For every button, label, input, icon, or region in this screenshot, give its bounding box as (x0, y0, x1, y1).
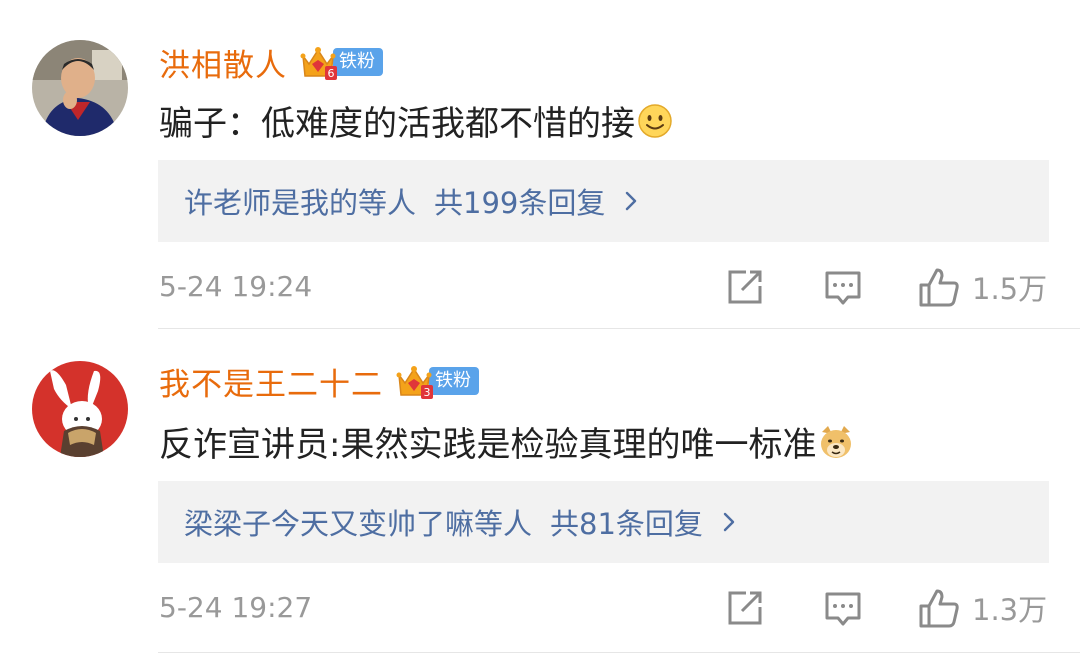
badge-label: 铁粉 (333, 48, 383, 76)
thumbs-up-icon (919, 268, 959, 307)
share-icon (728, 591, 762, 625)
svg-text:6: 6 (328, 67, 335, 80)
fan-badge[interactable]: 3 铁粉 (395, 361, 479, 401)
chevron-right-icon (626, 191, 637, 211)
comment-button[interactable] (824, 589, 862, 627)
fan-badge[interactable]: 6 铁粉 (299, 42, 383, 82)
comment-text: 骗子：低难度的活我都不惜的接 (159, 96, 673, 145)
divider (158, 652, 1080, 653)
comment-icon (825, 592, 861, 626)
thumbs-up-icon (919, 589, 959, 628)
timestamp: 5-24 19:27 (159, 591, 313, 624)
reply-preview-box[interactable]: 梁梁子今天又变帅了嘛等人 共81条回复 (158, 481, 1049, 563)
reply-preview-box[interactable]: 许老师是我的等人 共199条回复 (158, 160, 1049, 242)
username[interactable]: 我不是王二十二 (159, 359, 383, 404)
comment-item: 我不是王二十二 3 铁粉 反诈宣讲员:果然实践是检验真理的唯一标准 梁梁子今天又… (0, 329, 1080, 655)
like-button[interactable]: 1.3万 (918, 587, 1047, 629)
comment-text: 反诈宣讲员:果然实践是检验真理的唯一标准 (159, 417, 854, 466)
name-row: 我不是王二十二 3 铁粉 (159, 359, 479, 403)
chevron-right-icon (723, 512, 735, 532)
like-button[interactable]: 1.5万 (918, 266, 1047, 308)
reply-count: 共199条回复 (434, 186, 606, 220)
like-count: 1.5万 (972, 272, 1048, 306)
comment-item: 洪相散人 6 铁粉 骗子：低难度的活我都不惜的接 许老师是我的等人 共199条回… (0, 0, 1080, 328)
timestamp: 5-24 19:24 (159, 270, 313, 303)
smile-emoji-icon (637, 103, 673, 139)
share-button[interactable] (726, 268, 764, 306)
username[interactable]: 洪相散人 (159, 40, 287, 85)
share-button[interactable] (726, 589, 764, 627)
like-count: 1.3万 (972, 593, 1048, 627)
avatar[interactable] (32, 361, 128, 457)
crown-icon: 3 (395, 361, 433, 401)
reply-count: 共81条回复 (550, 507, 703, 541)
badge-label: 铁粉 (429, 367, 479, 395)
comment-text-body: 反诈宣讲员:果然实践是检验真理的唯一标准 (159, 425, 817, 465)
avatar[interactable] (32, 40, 128, 136)
svg-text:3: 3 (424, 386, 431, 399)
name-row: 洪相散人 6 铁粉 (159, 40, 383, 84)
reply-preview-text: 梁梁子今天又变帅了嘛等人 (184, 507, 533, 541)
share-icon (728, 270, 762, 304)
comment-text-body: 骗子：低难度的活我都不惜的接 (159, 104, 635, 144)
doge-emoji-icon (818, 424, 854, 460)
crown-icon: 6 (299, 42, 337, 82)
reply-preview-text: 许老师是我的等人 (184, 186, 417, 220)
comment-button[interactable] (824, 268, 862, 306)
comment-icon (825, 271, 861, 305)
